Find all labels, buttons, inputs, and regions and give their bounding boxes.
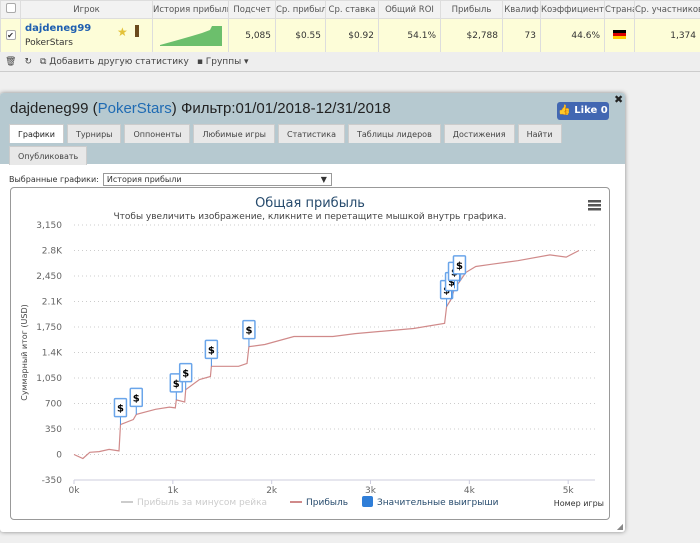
close-icon[interactable]: ✖ (614, 93, 623, 106)
col-player[interactable]: Игрок (20, 0, 153, 19)
chart-subtitle: Чтобы увеличить изображение, кликните и … (113, 212, 506, 222)
select-all-checkbox[interactable] (0, 0, 21, 19)
trash-icon[interactable]: 🗑 (5, 57, 16, 67)
dropdown-arrow-icon: ▼ (320, 175, 327, 184)
dollar-icon: $ (133, 393, 140, 404)
table-row[interactable]: ✔ dajdeneg99 PokerStars ★ 5,085 $0.55 $0… (0, 18, 700, 53)
tab-opponents[interactable]: Оппоненты (124, 124, 191, 143)
like-label: Like 0 (574, 105, 608, 116)
col-country[interactable]: Страна (604, 0, 635, 19)
refresh-icon[interactable]: ↻ (24, 57, 32, 67)
x-tick-label: 3k (365, 486, 377, 496)
col-avg-profit[interactable]: Ср. прибыль (275, 0, 326, 19)
col-history[interactable]: История прибыли (152, 0, 229, 19)
col-roi[interactable]: Общий ROI (378, 0, 441, 19)
dollar-icon: $ (117, 404, 124, 415)
qualif-cell: 73 (502, 18, 541, 53)
dollar-icon: $ (245, 326, 252, 337)
chart-panel: Общая прибыль Чтобы увеличить изображение… (10, 187, 610, 520)
y-tick-label: 2.1K (42, 298, 63, 308)
player-dialog: dajdeneg99 (PokerStars) Фильтр:01/01/201… (0, 93, 625, 532)
coef-cell: 44.6% (540, 18, 605, 53)
tab-leaderboards[interactable]: Таблицы лидеров (347, 124, 441, 143)
y-tick-label: 350 (45, 425, 62, 435)
selected-charts-label: Выбранные графики: (9, 175, 99, 184)
menu-icon[interactable] (588, 200, 601, 211)
col-coef[interactable]: Коэффициент (540, 0, 605, 19)
chart-select[interactable]: История прибыли ▼ (102, 173, 332, 186)
save-icon: ▪ (196, 56, 206, 67)
legend-profit-label[interactable]: Прибыль (306, 498, 348, 508)
resize-handle-icon[interactable]: ◢ (617, 522, 623, 531)
legend-bigwin-label[interactable]: Значительные выигрыши (377, 498, 499, 508)
y-tick-label: 1,750 (36, 323, 62, 333)
dialog-title: dajdeneg99 (PokerStars) Фильтр:01/01/201… (10, 100, 391, 117)
chart-title: Общая прибыль (255, 196, 365, 211)
dialog-tabs: Графики Турниры Оппоненты Любимые игры С… (9, 124, 609, 165)
x-tick-label: 5k (563, 486, 575, 496)
roi-cell: 54.1% (378, 18, 441, 53)
x-axis-label: Номер игры (554, 499, 604, 508)
x-tick-label: 2k (266, 486, 278, 496)
stats-table: Игрок История прибыли Подсчет Ср. прибыл… (0, 0, 700, 53)
col-qualif[interactable]: Квалиф (502, 0, 541, 19)
avg-stake-cell: $0.92 (325, 18, 379, 53)
tab-find[interactable]: Найти (517, 124, 562, 143)
network-name: PokerStars (25, 38, 73, 48)
add-stat-button[interactable]: ⧉ Добавить другую статистику (40, 57, 189, 67)
badge-icon (135, 25, 139, 37)
title-filter: Фильтр:01/01/2018-12/31/2018 (180, 100, 391, 117)
tab-publish[interactable]: Опубликовать (9, 146, 88, 165)
profit-sparkline (160, 26, 222, 46)
title-player: dajdeneg99 (10, 100, 89, 117)
y-tick-label: 2,450 (36, 272, 62, 282)
thumbs-up-icon: 👍 (558, 105, 571, 116)
y-tick-label: 2.8K (42, 247, 63, 257)
tab-tournaments[interactable]: Турниры (66, 124, 122, 143)
dollar-icon: $ (208, 345, 215, 356)
profit-cell: $2,788 (440, 18, 503, 53)
star-icon: ★ (117, 25, 128, 39)
col-count[interactable]: Подсчет (228, 0, 276, 19)
avg-profit-cell: $0.55 (275, 18, 326, 53)
x-tick-label: 1k (167, 486, 179, 496)
y-tick-label: -350 (42, 476, 63, 486)
add-stat-label: Добавить другую статистику (49, 56, 189, 67)
groups-label: Группы (205, 56, 242, 67)
table-toolbar: 🗑 ↻ ⧉ Добавить другую статистику ▪ Групп… (0, 52, 700, 72)
dollar-icon: $ (182, 369, 189, 380)
tab-charts[interactable]: Графики (9, 124, 64, 143)
y-axis-label: Суммарный итог (USD) (20, 304, 29, 401)
chart-select-value: История прибыли (106, 175, 182, 184)
profit-chart[interactable]: Общая прибыльЧтобы увеличить изображение… (11, 188, 609, 519)
tab-statistics[interactable]: Статистика (277, 124, 345, 143)
x-tick-label: 4k (464, 486, 476, 496)
x-tick-label: 0k (69, 486, 81, 496)
row-checkbox[interactable]: ✔ (0, 18, 21, 53)
dollar-icon: $ (173, 379, 180, 390)
groups-button[interactable]: ▪ Группы ▾ (197, 57, 249, 67)
table-header: Игрок История прибыли Подсчет Ср. прибыл… (0, 0, 700, 19)
dollar-icon: $ (456, 261, 463, 272)
tab-favorite-games[interactable]: Любимые игры (193, 124, 275, 143)
germany-flag-icon (613, 29, 626, 39)
y-tick-label: 700 (45, 400, 62, 410)
player-link[interactable]: dajdeneg99 (25, 23, 148, 34)
y-tick-label: 0 (56, 451, 62, 461)
y-tick-label: 3,150 (36, 221, 62, 231)
col-avg-entrants[interactable]: Ср. участников (634, 0, 700, 19)
y-tick-label: 1,050 (36, 374, 62, 384)
like-button[interactable]: 👍 Like 0 (557, 102, 609, 120)
profit-line (73, 249, 580, 460)
legend-rake-label[interactable]: Прибыль за минусом рейка (137, 498, 267, 508)
add-icon: ⧉ (39, 56, 50, 67)
col-avg-stake[interactable]: Ср. ставка (325, 0, 379, 19)
tab-achievements[interactable]: Достижения (443, 124, 515, 143)
count-cell: 5,085 (228, 18, 276, 53)
y-tick-label: 1.4K (42, 349, 63, 359)
avg-entrants-cell: 1,374 (634, 18, 700, 53)
col-profit[interactable]: Прибыль (440, 0, 503, 19)
network-link[interactable]: PokerStars (98, 100, 172, 117)
legend-bigwin-swatch (362, 496, 373, 507)
